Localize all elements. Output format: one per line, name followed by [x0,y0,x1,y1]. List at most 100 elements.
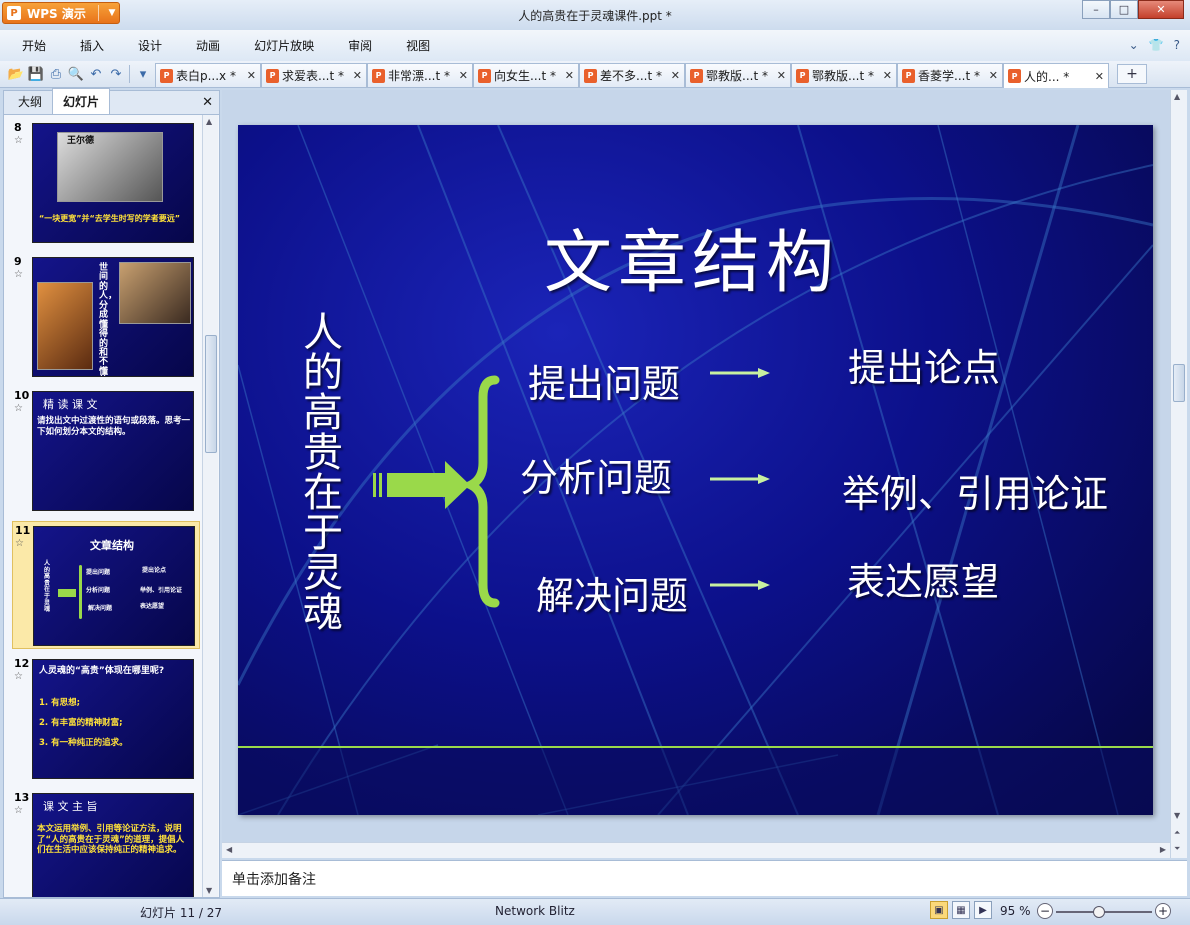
star-icon: ☆ [14,135,23,146]
scroll-thumb[interactable] [205,335,217,453]
star-icon: ☆ [14,805,23,816]
stage-label[interactable]: 分析问题 [520,447,672,502]
close-button[interactable]: ✕ [1138,0,1184,19]
menu-animation[interactable]: 动画 [196,37,220,54]
stage-label[interactable]: 解决问题 [536,565,688,620]
slides-panel: 大纲 幻灯片 ✕ 8 ☆ 王尔德 “一块更宽”并“去学生时写的学者要远” 9 ☆… [3,88,220,898]
scroll-thumb[interactable] [1173,364,1185,402]
slide-counter: 幻灯片 11 / 27 [140,906,223,920]
close-icon[interactable]: ✕ [565,69,574,82]
close-icon[interactable]: ✕ [459,69,468,82]
menu-design[interactable]: 设计 [138,37,162,54]
menu-review[interactable]: 审阅 [348,37,372,54]
doc-tab-label: 向女生...t * [494,69,556,83]
slide-thumbnail[interactable]: 10 ☆ 精 读 课 文 请找出文中过渡性的语句或段落。思考一下如何划分本文的结… [12,387,200,515]
zoom-in-button[interactable]: + [1155,903,1171,919]
ppt-file-icon: P [796,68,809,83]
slide-thumbnail[interactable]: 9 ☆ 世间的人，分成懂得的和不懂的 [12,253,200,381]
minimize-button[interactable]: – [1082,0,1110,19]
point-label[interactable]: 表达愿望 [847,551,999,606]
scroll-up-icon[interactable]: ▲ [206,117,212,126]
zoom-slider-handle[interactable] [1093,906,1106,918]
doc-tab-label: 鄂教版...t * [812,69,874,83]
normal-view-icon[interactable]: ▣ [930,901,948,919]
close-icon[interactable]: ✕ [989,69,998,82]
tab-outline[interactable]: 大纲 [8,89,52,114]
next-slide-icon[interactable]: ⏷ [1174,844,1180,854]
scroll-left-icon[interactable]: ◀ [226,845,232,854]
editor-vertical-scrollbar[interactable]: ▲ ▼ ⏶ ⏷ [1170,90,1187,858]
previous-slide-icon[interactable]: ⏶ [1174,828,1180,838]
doc-tab[interactable]: P 鄂教版...t * ✕ [685,63,791,87]
document-tabs: P 表白p...x * ✕ P 求爱表...t * ✕ P 非常漂...t * ✕ P 向女生… [155,60,1109,88]
star-icon: ☆ [14,269,23,280]
undo-icon[interactable]: ↶ [86,64,106,84]
painting-photo [37,282,93,370]
notes-pane[interactable]: 单击添加备注 [222,860,1187,896]
thumbnail-scrollbar[interactable]: ▲ ▼ [202,115,218,897]
scroll-down-icon[interactable]: ▼ [206,886,212,895]
menu-view[interactable]: 视图 [406,37,430,54]
print-icon[interactable]: ⎙ [46,64,66,84]
help-icon[interactable]: ? [1174,38,1180,52]
slide-sorter-icon[interactable]: ▦ [952,901,970,919]
chevron-down-icon[interactable]: ⌄ [1129,38,1139,52]
slide-thumbnail-selected[interactable]: 11 ☆ 文章结构 人的高贵在于灵魂 提出问题 分析问题 解决问题 提出论点 举… [12,521,200,649]
menu-slideshow[interactable]: 幻灯片放映 [254,37,314,54]
arrow-icon [710,368,770,378]
zoom-level[interactable]: 95 % [1000,904,1031,918]
scroll-down-icon[interactable]: ▼ [1174,811,1180,820]
brace-arrow-graphic [373,375,500,608]
close-icon[interactable]: ✕ [202,95,213,110]
scroll-up-icon[interactable]: ▲ [1174,92,1180,101]
close-icon[interactable]: ✕ [671,69,680,82]
tab-slides[interactable]: 幻灯片 [52,88,111,114]
title-bar: P WPS 演示 ▼ 人的高贵在于灵魂课件.ppt * – □ ✕ [0,0,1190,30]
doc-tab[interactable]: P 表白p...x * ✕ [155,63,261,87]
slide-title[interactable]: 文章结构 [544,207,840,306]
doc-tab[interactable]: P 鄂教版...t * ✕ [791,63,897,87]
theme-name[interactable]: Network Blitz [495,904,575,918]
slide-canvas[interactable]: 文章结构 人的高贵在于灵魂 提出问题 分析问题 解决问题 提出论点 举例、引用论… [238,125,1153,815]
customize-icon[interactable]: ▾ [133,64,153,84]
new-tab-button[interactable]: + [1117,64,1147,84]
point-label[interactable]: 举例、引用论证 [842,463,1108,518]
slide-thumbnail[interactable]: 12 ☆ 人灵魂的“高贵”体现在哪里呢? 1. 有思想; 2. 有丰富的精神财富… [12,655,200,783]
close-icon[interactable]: ✕ [777,69,786,82]
print-preview-icon[interactable]: 🔍 [66,64,86,84]
doc-tab[interactable]: P 求爱表...t * ✕ [261,63,367,87]
star-icon: ☆ [14,403,23,414]
doc-tab[interactable]: P 非常漂...t * ✕ [367,63,473,87]
redo-icon[interactable]: ↷ [106,64,126,84]
document-title: 人的高贵在于灵魂课件.ppt * [518,9,672,23]
doc-tab-label: 香菱学...t * [918,69,980,83]
close-icon[interactable]: ✕ [247,69,256,82]
vertical-title[interactable]: 人的高贵在于灵魂 [300,313,346,633]
close-icon[interactable]: ✕ [1095,70,1104,83]
shirt-icon[interactable]: 👕 [1149,38,1164,52]
editor-horizontal-scrollbar[interactable]: ◀ ▶ [222,842,1170,858]
ppt-file-icon: P [266,68,279,83]
doc-tab[interactable]: P 向女生...t * ✕ [473,63,579,87]
window-controls: – □ ✕ [1082,0,1184,19]
open-folder-icon[interactable]: 📂 [6,64,26,84]
slide-thumbnail[interactable]: 8 ☆ 王尔德 “一块更宽”并“去学生时写的学者要远” [12,119,200,247]
menu-home[interactable]: 开始 [22,37,46,54]
close-icon[interactable]: ✕ [353,69,362,82]
doc-tab[interactable]: P 香菱学...t * ✕ [897,63,1003,87]
save-icon[interactable]: 💾 [26,64,46,84]
doc-tab-label: 人的... * [1024,69,1070,84]
doc-tab[interactable]: P 差不多...t * ✕ [579,63,685,87]
point-label[interactable]: 提出论点 [848,337,1000,392]
doc-tab-label: 求爱表...t * [282,69,344,83]
slideshow-icon[interactable]: ▶ [974,901,992,919]
scroll-right-icon[interactable]: ▶ [1160,845,1166,854]
thumbnail-list: 8 ☆ 王尔德 “一块更宽”并“去学生时写的学者要远” 9 ☆ 世间的人，分成懂… [4,115,201,897]
stage-label[interactable]: 提出问题 [528,353,680,408]
maximize-button[interactable]: □ [1110,0,1138,19]
close-icon[interactable]: ✕ [883,69,892,82]
menu-insert[interactable]: 插入 [80,37,104,54]
slide-thumbnail[interactable]: 13 ☆ 课 文 主 旨 本文运用举例、引用等论证方法，说明了“人的高贵在于灵魂… [12,789,200,897]
zoom-out-button[interactable]: − [1037,903,1053,919]
doc-tab-active[interactable]: P 人的... * ✕ [1003,63,1109,88]
